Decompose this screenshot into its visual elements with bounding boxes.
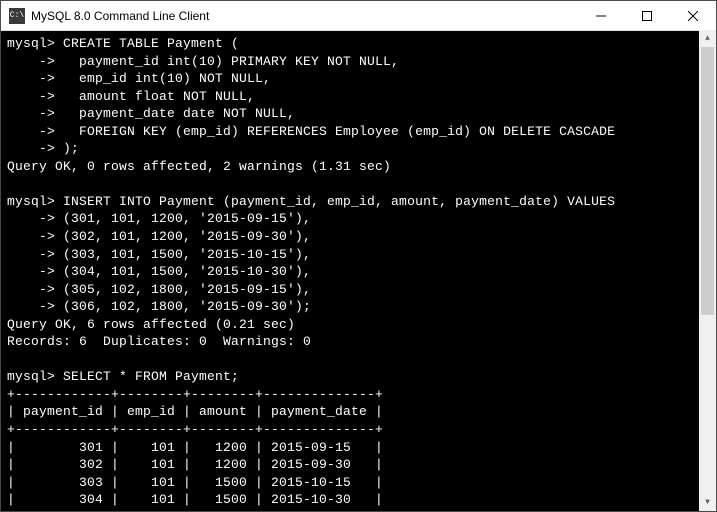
- scrollbar-track[interactable]: [699, 47, 716, 494]
- app-window: C:\ MySQL 8.0 Command Line Client mysql>…: [0, 0, 717, 512]
- app-icon: C:\: [9, 8, 25, 24]
- window-controls: [578, 1, 716, 30]
- vertical-scrollbar[interactable]: ▲ ▼: [699, 30, 716, 511]
- maximize-button[interactable]: [624, 1, 670, 30]
- scroll-up-button[interactable]: ▲: [699, 30, 716, 47]
- scrollbar-thumb[interactable]: [701, 47, 714, 315]
- titlebar[interactable]: C:\ MySQL 8.0 Command Line Client: [1, 1, 716, 31]
- window-title: MySQL 8.0 Command Line Client: [31, 9, 578, 23]
- terminal-output[interactable]: mysql> CREATE TABLE Payment ( -> payment…: [1, 31, 716, 511]
- close-button[interactable]: [670, 1, 716, 30]
- minimize-button[interactable]: [578, 1, 624, 30]
- scroll-down-button[interactable]: ▼: [699, 494, 716, 511]
